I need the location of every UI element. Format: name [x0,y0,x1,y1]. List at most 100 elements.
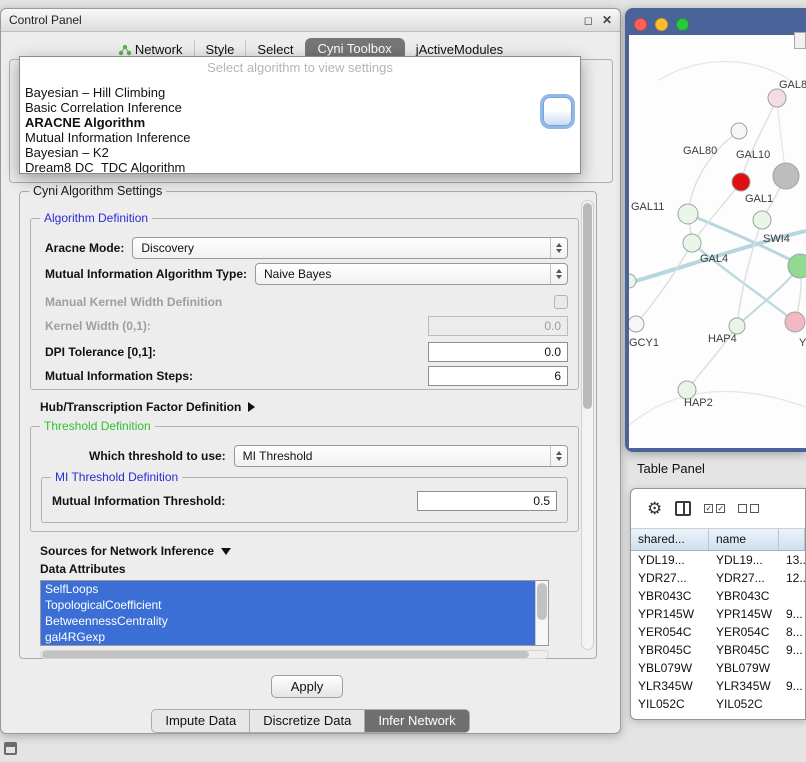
mi-steps-field[interactable]: 6 [428,366,568,386]
close-traffic-icon[interactable] [634,18,647,31]
attribute-list-item[interactable]: gal4RGexp [41,629,548,645]
zoom-traffic-icon[interactable] [676,18,689,31]
attribute-list-item[interactable]: TopologicalCoefficient [41,597,548,613]
gear-icon[interactable]: ⚙ [647,500,662,517]
table-row[interactable]: YDR27... YDR27... 12... [631,569,805,587]
cell-name: YER054C [709,623,779,641]
cell-extra: 9... [779,605,805,623]
kernel-width-row: Kernel Width (0,1): 0.0 [45,315,568,337]
tab-impute-data[interactable]: Impute Data [151,709,250,733]
table-row[interactable]: YDL19... YDL19... 13... [631,551,805,569]
table-row[interactable]: YBL079W YBL079W [631,659,805,677]
tab-discretize-data[interactable]: Discretize Data [250,709,365,733]
cell-shared-name: YDL19... [631,551,709,569]
data-attributes-label: Data Attributes [40,562,126,576]
column-header-shared-name[interactable]: shared... [631,529,709,550]
network-node[interactable] [629,316,644,332]
checked-box-icon: ✓ [716,504,725,513]
mi-threshold-row: Mutual Information Threshold: 0.5 [52,490,557,512]
dropdown-item[interactable]: ARACNE Algorithm [20,115,580,130]
dropdown-item[interactable]: Mutual Information Inference [20,130,580,145]
network-node-label: GCY1 [629,337,659,349]
column-header-name[interactable]: name [709,529,779,550]
table-row[interactable]: YBR045C YBR045C 9... [631,641,805,659]
settings-scrollbar[interactable] [581,200,594,650]
control-panel-window: Control Panel ◻ ✕ Network Style Select C… [0,8,621,734]
network-node[interactable] [731,123,747,139]
dpi-tolerance-row: DPI Tolerance [0,1]: 0.0 [45,341,568,363]
kernel-width-label: Kernel Width (0,1): [45,319,151,333]
tab-infer-network[interactable]: Infer Network [365,709,469,733]
cell-extra [779,659,805,677]
table-panel-title: Table Panel [637,461,705,476]
attribute-items: SelfLoops TopologicalCoefficient Between… [41,581,548,645]
combo-stepper-icon[interactable] [550,446,567,466]
cell-name: YBR043C [709,587,779,605]
network-node[interactable] [683,234,701,252]
network-node[interactable] [729,318,745,334]
network-node[interactable] [678,204,698,224]
network-node[interactable] [732,173,750,191]
sources-expander[interactable]: Sources for Network Inference [40,542,231,560]
attribute-list-vscrollbar[interactable] [535,581,548,645]
network-node-label: GAL10 [736,149,770,161]
mi-algorithm-type-combobox[interactable]: Naive Bayes [255,263,568,285]
aracne-mode-row: Aracne Mode: Discovery [45,237,568,259]
minimize-traffic-icon[interactable] [655,18,668,31]
dropdown-item[interactable]: Bayesian – Hill Climbing [20,85,580,100]
dpi-tolerance-field[interactable]: 0.0 [428,342,568,362]
aracne-mode-value: Discovery [133,241,550,255]
dropdown-item[interactable]: Dream8 DC_TDC Algorithm [20,160,580,174]
combo-stepper-icon[interactable] [550,238,567,258]
mi-threshold-field[interactable]: 0.5 [417,491,557,511]
network-canvas[interactable]: GAL8GAL80GAL10GAL1GAL11SWI4GAL4GCY1HAP4Y… [629,35,806,448]
kernel-width-field[interactable]: 0.0 [428,316,568,336]
which-threshold-combobox[interactable]: MI Threshold [234,445,568,467]
float-window-icon[interactable]: ◻ [584,14,593,27]
combo-stepper-icon[interactable] [550,264,567,284]
mi-threshold-group: MI Threshold Definition Mutual Informati… [41,477,568,523]
table-row[interactable]: YBR043C YBR043C [631,587,805,605]
network-node[interactable] [788,254,806,278]
network-node-label: GAL8 [779,79,806,91]
columns-icon[interactable] [675,501,691,516]
hub-definition-expander[interactable]: Hub/Transcription Factor Definition [40,398,255,416]
aracne-mode-combobox[interactable]: Discovery [132,237,568,259]
network-node[interactable] [773,163,799,189]
deselect-all-icon[interactable] [738,504,759,513]
network-node[interactable] [753,211,771,229]
cell-name: YPR145W [709,605,779,623]
network-node[interactable] [629,274,636,288]
algorithm-dropdown-popup: Select algorithm to view settings Bayesi… [19,56,581,174]
select-all-icon[interactable]: ✓ ✓ [704,504,725,513]
table-toolbar: ⚙ ✓ ✓ [631,489,805,529]
network-edge [741,98,777,182]
column-header-extra[interactable] [779,529,805,550]
table-row[interactable]: YPR145W YPR145W 9... [631,605,805,623]
minimized-panel-icon[interactable] [4,742,17,755]
dropdown-item[interactable]: Bayesian – K2 [20,145,580,160]
cell-name: YLR345W [709,677,779,695]
algorithm-combobox-button[interactable] [543,97,572,126]
attribute-list-item[interactable]: BetweennessCentrality [41,613,548,629]
network-node[interactable] [768,89,786,107]
cell-shared-name: YLR345W [631,677,709,695]
attribute-list-item[interactable]: SelfLoops [41,581,548,597]
close-window-icon[interactable]: ✕ [602,13,612,27]
hub-definition-label: Hub/Transcription Factor Definition [40,400,241,414]
cyni-algorithm-settings-group: Cyni Algorithm Settings Algorithm Defini… [19,191,597,659]
network-edge [688,131,739,214]
network-node[interactable] [785,312,805,332]
mi-threshold-label: Mutual Information Threshold: [52,494,225,508]
window-title: Control Panel [9,13,575,27]
attribute-list-hscrollbar[interactable] [40,650,549,659]
apply-button[interactable]: Apply [271,675,343,698]
control-panel-titlebar[interactable]: Control Panel ◻ ✕ [1,9,620,32]
manual-kernel-checkbox[interactable] [554,295,568,309]
table-row[interactable]: YIL052C YIL052C [631,695,805,713]
dropdown-item[interactable]: Basic Correlation Inference [20,100,580,115]
table-row[interactable]: YER054C YER054C 8... [631,623,805,641]
table-row[interactable]: YLR345W YLR345W 9... [631,677,805,695]
expand-right-icon [248,402,255,412]
expand-down-icon [221,548,231,555]
